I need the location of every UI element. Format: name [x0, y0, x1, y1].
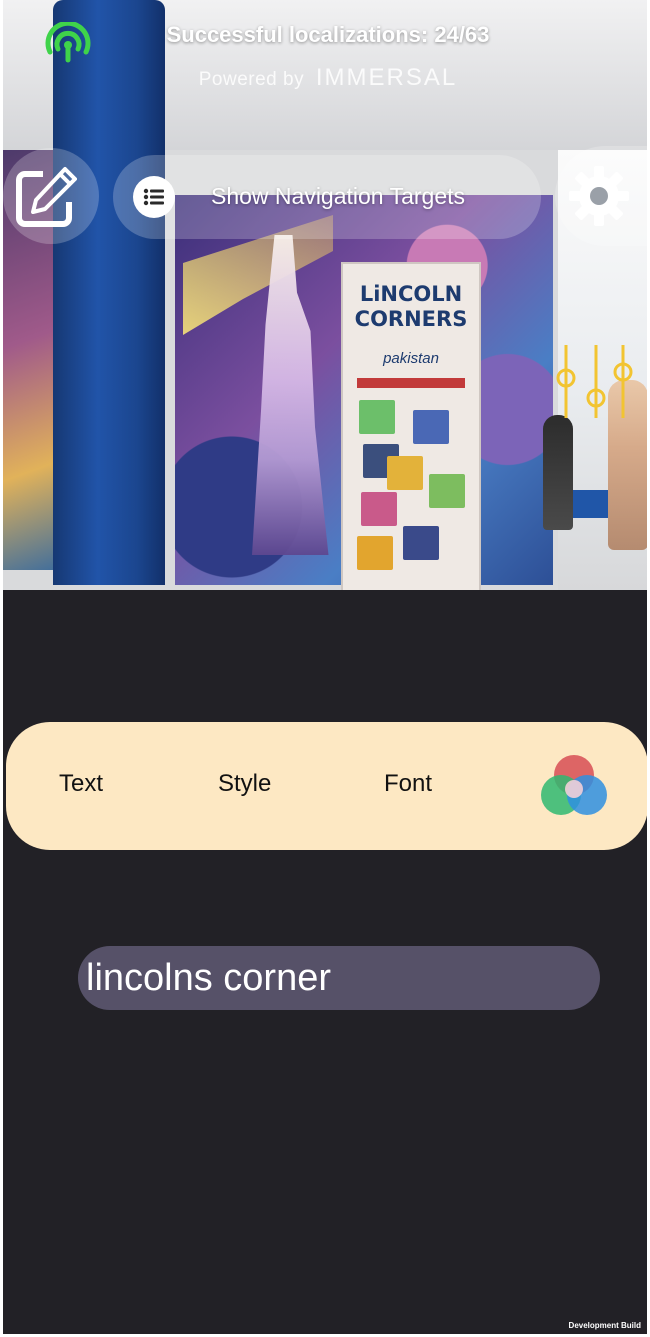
- banner-tile: [403, 526, 439, 560]
- localization-status: Successful localizations: 24/63: [166, 22, 490, 47]
- banner-tile: [429, 474, 465, 508]
- edit-button[interactable]: [3, 148, 99, 244]
- nav-targets-label: Show Navigation Targets: [211, 183, 465, 209]
- scene-person: [543, 415, 573, 530]
- powered-by-text: Powered by: [198, 69, 305, 90]
- list-icon: [133, 176, 175, 218]
- banner-tile: [357, 536, 393, 570]
- editor-tab-bar: Text Style Font: [6, 722, 647, 850]
- banner-tile: [387, 456, 423, 490]
- banner-tile: [361, 492, 397, 526]
- banner-subtitle: pakistan: [383, 350, 439, 367]
- sliders-decoration: [556, 345, 633, 418]
- show-navigation-targets-button[interactable]: Show Navigation Targets: [113, 155, 541, 239]
- edit-icon: [16, 167, 77, 227]
- banner-title: LiNCOLN CORNERS: [354, 282, 468, 331]
- tab-text[interactable]: Text: [59, 770, 103, 798]
- tab-style[interactable]: Style: [218, 770, 271, 798]
- powered-by-line: Powered by IMMERSAL: [3, 64, 647, 92]
- banner-tile: [359, 400, 395, 434]
- banner-tile: [413, 410, 449, 444]
- app-screen: LiNCOLN CORNERS pakistan Successful loca…: [3, 0, 647, 1334]
- tab-font[interactable]: Font: [384, 770, 432, 798]
- scene-banner: LiNCOLN CORNERS pakistan: [341, 262, 481, 590]
- banner-strip: [357, 378, 465, 388]
- gear-icon: [569, 166, 629, 226]
- settings-button[interactable]: [555, 146, 647, 246]
- brand-logo-text: IMMERSAL: [315, 64, 458, 91]
- color-wheel-icon[interactable]: [539, 753, 609, 819]
- development-build-label: Development Build: [568, 1321, 641, 1330]
- camera-view[interactable]: LiNCOLN CORNERS pakistan Successful loca…: [3, 0, 647, 590]
- label-text-input[interactable]: [78, 946, 600, 1010]
